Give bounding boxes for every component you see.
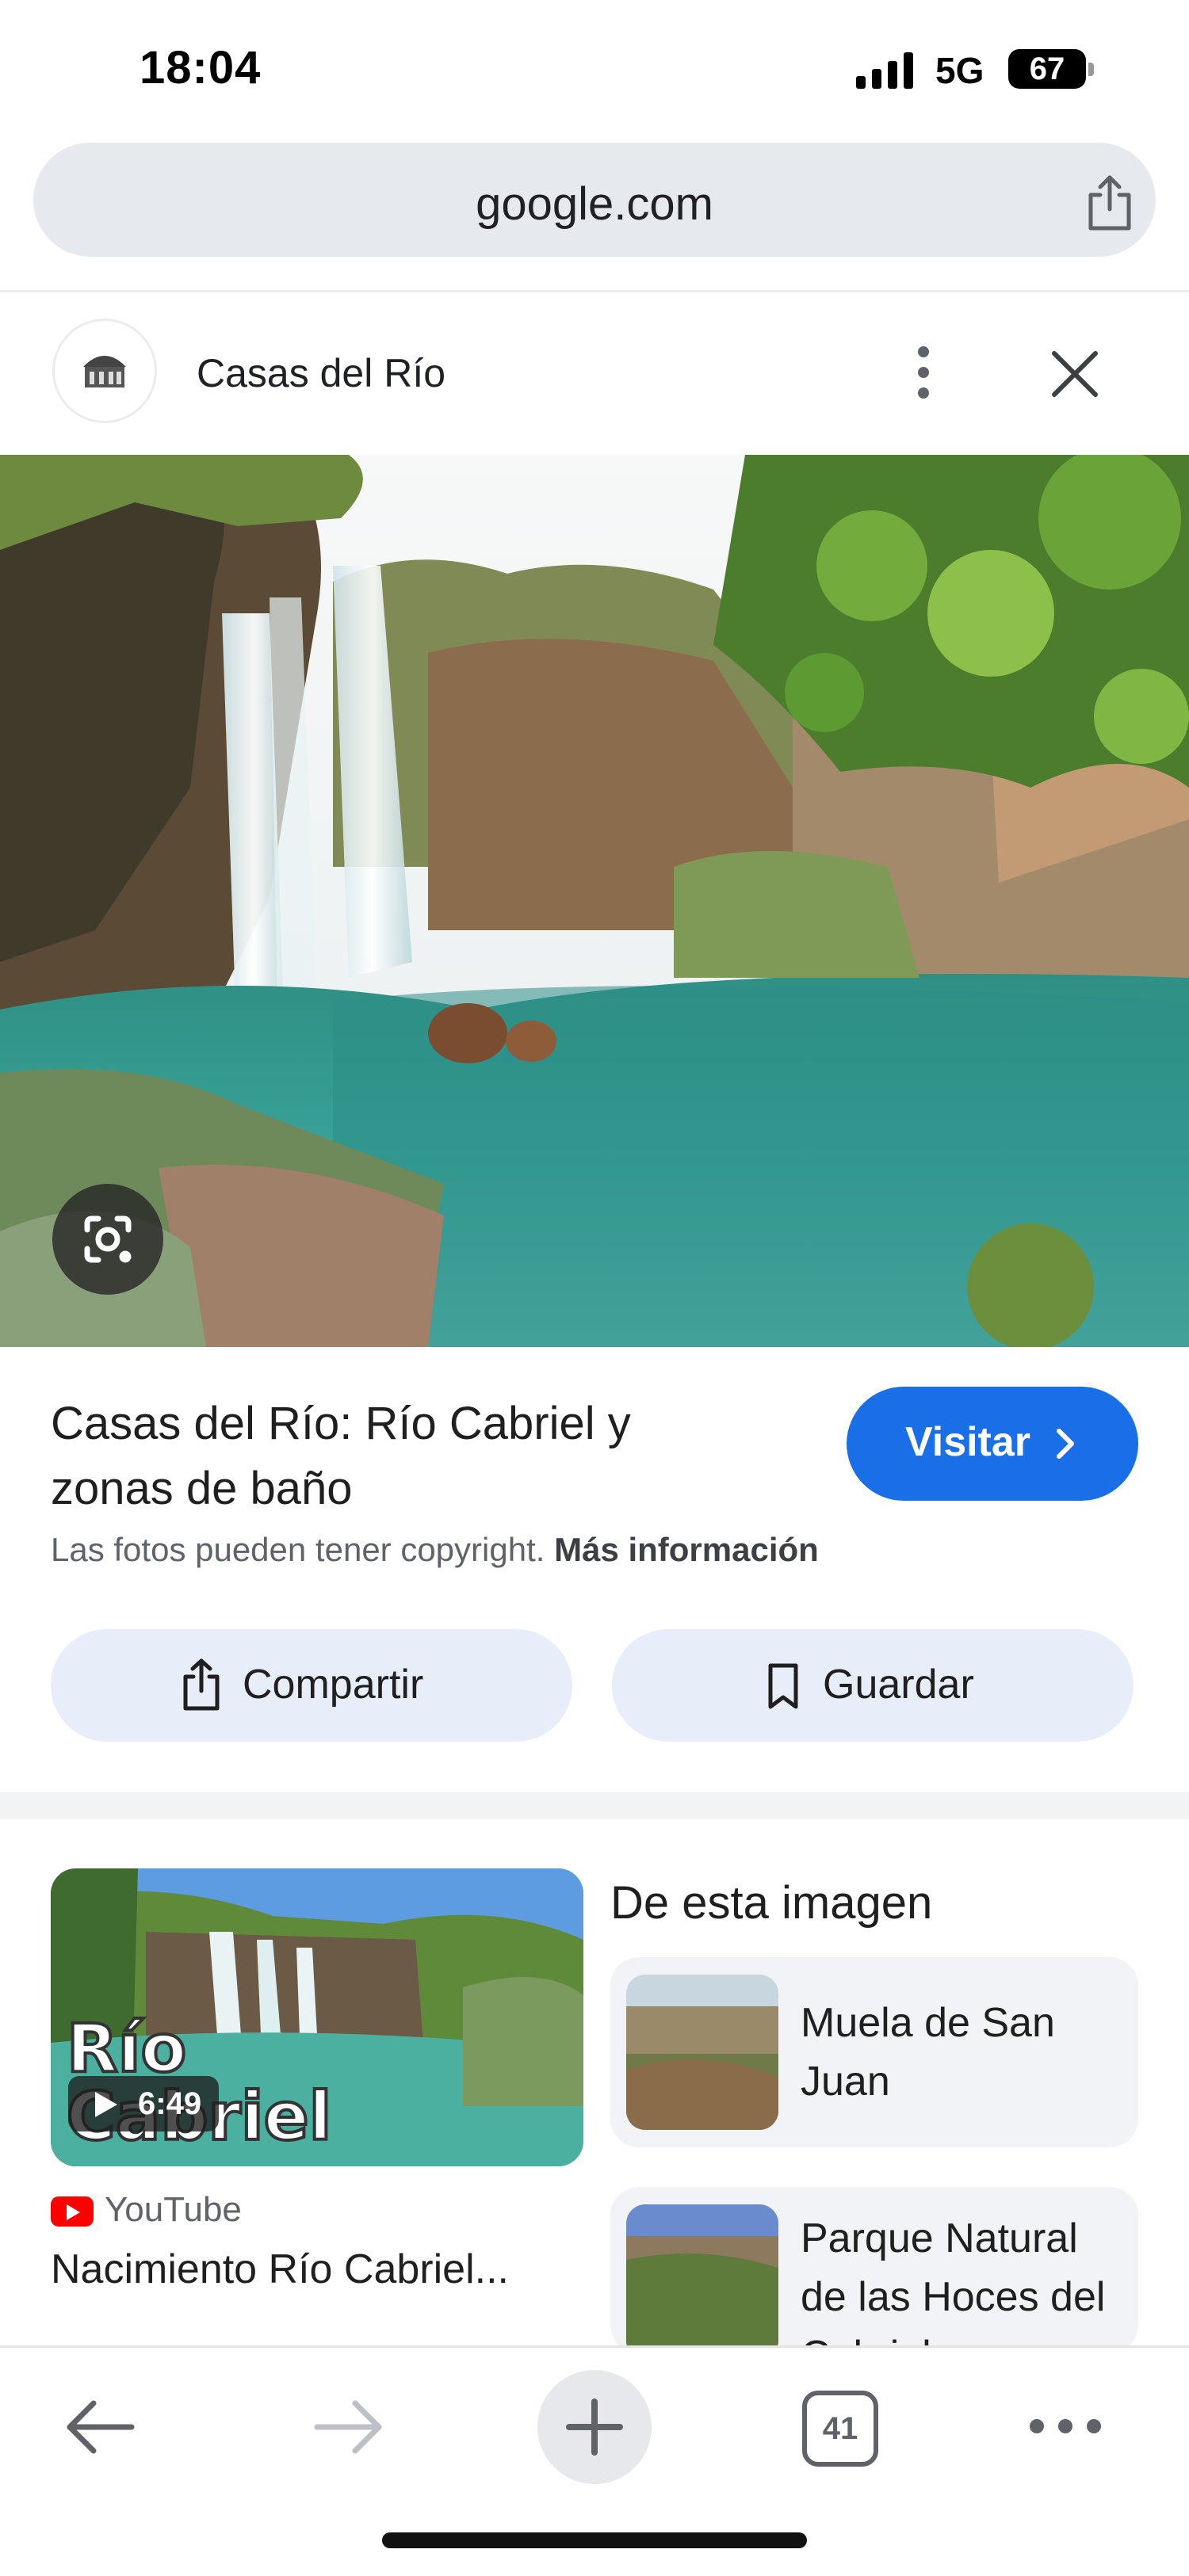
related-heading: De esta imagen bbox=[610, 1877, 933, 1929]
waterfall-photo bbox=[0, 455, 1189, 1347]
visit-button[interactable]: Visitar bbox=[847, 1387, 1138, 1501]
building-logo-icon bbox=[83, 356, 126, 387]
share-button[interactable]: Compartir bbox=[51, 1629, 572, 1742]
back-arrow-icon[interactable] bbox=[62, 2395, 138, 2459]
video-duration: 6:49 bbox=[68, 2076, 220, 2131]
youtube-icon bbox=[51, 2196, 94, 2227]
url-text[interactable]: google.com bbox=[33, 177, 1156, 231]
result-image[interactable] bbox=[0, 455, 1189, 1347]
share-icon[interactable] bbox=[1084, 174, 1135, 231]
share-icon bbox=[183, 1658, 220, 1711]
copyright-text: Las fotos pueden tener copyright. bbox=[51, 1531, 545, 1568]
save-label: Guardar bbox=[823, 1662, 974, 1708]
copyright-notice: Las fotos pueden tener copyright. Más in… bbox=[51, 1531, 819, 1569]
share-label: Compartir bbox=[243, 1662, 424, 1708]
result-title[interactable]: Casas del Río: Río Cabriel y zonas de ba… bbox=[51, 1391, 764, 1521]
section-divider bbox=[0, 1792, 1189, 1819]
divider bbox=[0, 290, 1189, 292]
bookmark-icon bbox=[768, 1663, 798, 1709]
close-icon[interactable] bbox=[1048, 347, 1102, 401]
more-info-link[interactable]: Más información bbox=[554, 1531, 819, 1568]
battery-icon: 67 bbox=[1008, 49, 1095, 89]
save-button[interactable]: Guardar bbox=[612, 1629, 1134, 1742]
network-type: 5G bbox=[935, 50, 984, 91]
related-label: Parque Natural de las Hoces del Cabriel bbox=[801, 2215, 1106, 2353]
video-thumbnail[interactable]: Río Cabriel 6:49 bbox=[51, 1868, 583, 2166]
tab-switcher-button[interactable]: 41 bbox=[802, 2391, 878, 2467]
status-time: 18:04 bbox=[140, 42, 262, 93]
battery-level: 67 bbox=[1008, 49, 1086, 89]
related-item[interactable]: Parque Natural de las Hoces del Cabriel bbox=[610, 2187, 1138, 2353]
video-title[interactable]: Nacimiento Río Cabriel... bbox=[51, 2246, 574, 2293]
forward-arrow-icon[interactable] bbox=[311, 2395, 387, 2459]
signal-strength-icon bbox=[856, 52, 913, 89]
chevron-right-icon bbox=[1057, 1429, 1074, 1459]
plus-icon bbox=[566, 2399, 623, 2456]
related-label: Muela de San Juan bbox=[801, 2000, 1055, 2105]
visit-label: Visitar bbox=[905, 1419, 1031, 1465]
video-source-label: YouTube bbox=[105, 2190, 242, 2229]
site-favicon[interactable] bbox=[52, 319, 157, 423]
related-item[interactable]: Muela de San Juan bbox=[610, 1957, 1138, 2147]
address-bar[interactable]: google.com bbox=[33, 143, 1156, 257]
lens-icon bbox=[84, 1215, 132, 1263]
related-thumbnail bbox=[626, 1975, 778, 2130]
more-vert-icon[interactable] bbox=[912, 344, 935, 401]
site-name[interactable]: Casas del Río bbox=[197, 350, 445, 396]
more-horiz-icon[interactable] bbox=[1027, 2414, 1103, 2438]
play-icon bbox=[95, 2092, 117, 2117]
related-thumbnail bbox=[626, 2204, 778, 2353]
home-indicator[interactable] bbox=[382, 2532, 807, 2548]
lens-search-button[interactable] bbox=[52, 1184, 163, 1295]
new-tab-button[interactable] bbox=[537, 2370, 652, 2484]
